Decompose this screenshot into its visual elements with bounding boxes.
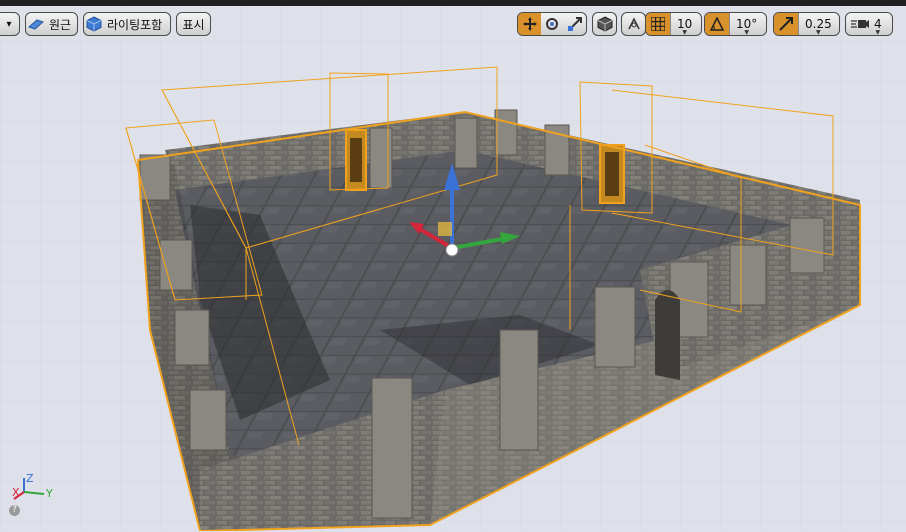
rotation-snap-chevron-icon: ▼ xyxy=(744,29,749,36)
transform-tools-group xyxy=(517,12,587,36)
grid-icon xyxy=(648,14,668,34)
show-label: 표시 xyxy=(182,17,205,32)
lit-mode-label: 라이팅포함 xyxy=(107,17,163,32)
rotate-tool-button[interactable] xyxy=(541,13,563,35)
scale-icon xyxy=(565,14,585,34)
scale-snap-value-dropdown[interactable]: 0.25 ▼ xyxy=(799,17,838,35)
grid-snap-toggle[interactable] xyxy=(646,13,670,35)
scale-tool-button[interactable] xyxy=(564,13,586,35)
rotation-snap-group: 10° ▼ xyxy=(704,12,767,36)
grid-snap-chevron-icon: ▼ xyxy=(682,29,687,36)
grid-snap-group: 10 ▼ xyxy=(645,12,702,36)
window-top-border xyxy=(0,0,906,6)
world-cube-icon xyxy=(595,14,615,34)
surface-snap-icon xyxy=(624,14,644,34)
camera-speed-value-wrap: 4 ▼ xyxy=(870,17,886,36)
level-viewport[interactable] xyxy=(0,0,906,531)
scale-snap-toggle[interactable] xyxy=(774,13,798,35)
axis-indicator: Z Y X ? xyxy=(6,472,66,532)
door-right xyxy=(599,144,625,204)
show-button[interactable]: 표시 xyxy=(176,12,211,36)
grid-snap-value-dropdown[interactable]: 10 ▼ xyxy=(671,17,698,35)
scale-snap-icon xyxy=(776,14,796,34)
archway-door xyxy=(655,290,680,380)
camera-speed-dropdown[interactable]: 4 ▼ xyxy=(845,12,893,36)
translate-tool-button[interactable] xyxy=(518,13,542,35)
rotate-icon xyxy=(542,14,562,34)
door-left xyxy=(345,129,367,191)
viewport-options-label: ▾ xyxy=(6,18,12,30)
lit-cube-icon xyxy=(84,14,104,34)
scale-snap-group: 0.25 ▼ xyxy=(773,12,840,36)
viewport-options-dropdown[interactable]: ▾ xyxy=(0,12,20,36)
rotation-snap-toggle[interactable] xyxy=(705,13,729,35)
axis-x-label: X xyxy=(12,486,20,499)
help-badge[interactable]: ? xyxy=(9,505,20,516)
axis-z-label: Z xyxy=(26,472,34,485)
camera-speed-chevron-icon: ▼ xyxy=(875,29,881,36)
camera-speed-icon xyxy=(850,14,870,34)
perspective-icon xyxy=(26,14,46,34)
axis-y-label: Y xyxy=(46,487,53,500)
coordinate-system-button[interactable] xyxy=(592,12,617,36)
move-arrows-icon xyxy=(520,14,540,34)
rotation-snap-value-dropdown[interactable]: 10° ▼ xyxy=(730,17,763,35)
lit-mode-button[interactable]: 라이팅포함 xyxy=(83,12,171,36)
perspective-button[interactable]: 원근 xyxy=(25,12,78,36)
perspective-label: 원근 xyxy=(49,17,72,32)
surface-snap-button[interactable] xyxy=(621,12,646,36)
angle-icon xyxy=(707,14,727,34)
scale-snap-chevron-icon: ▼ xyxy=(816,29,821,36)
